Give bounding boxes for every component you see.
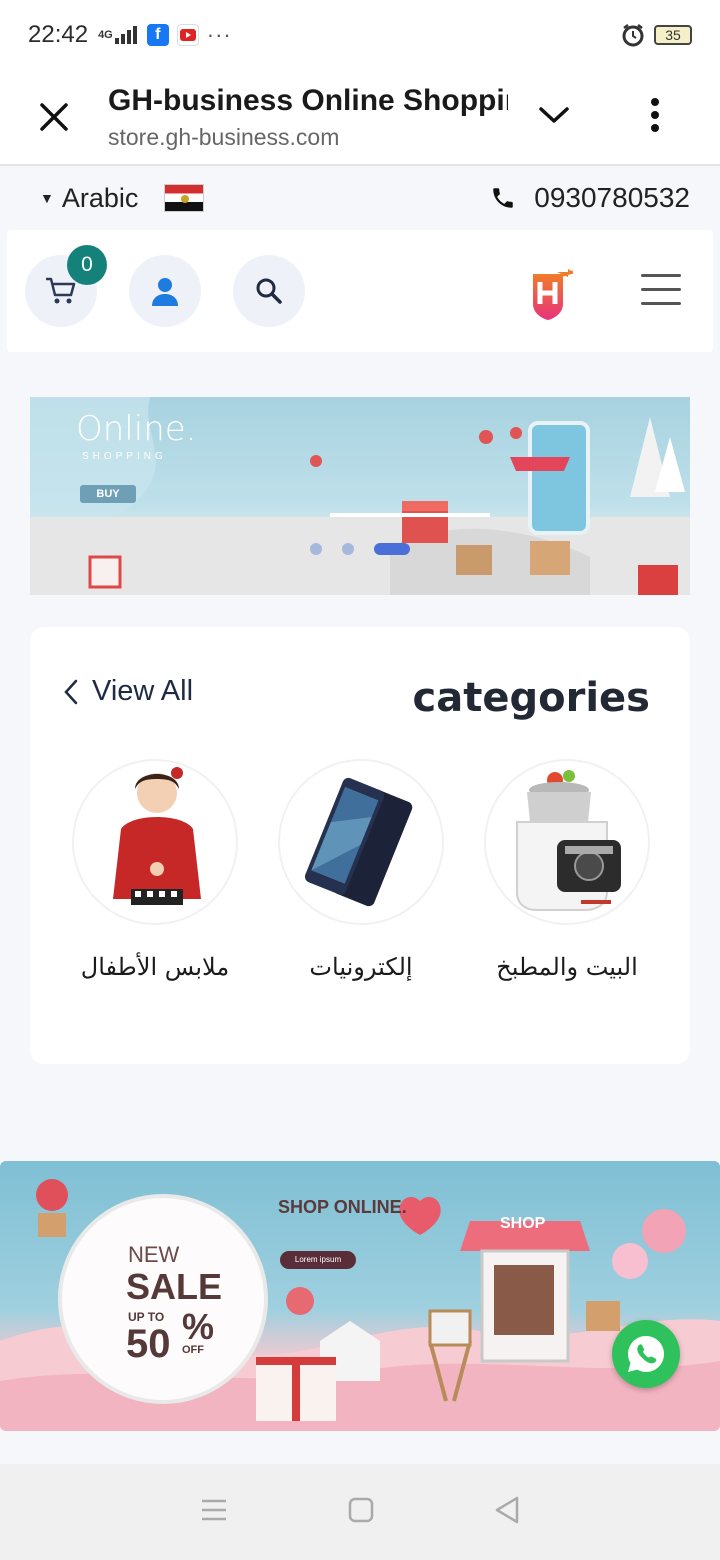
category-kids-clothes[interactable]: ملابس الأطفال: [70, 759, 240, 981]
recent-apps-icon: [202, 1499, 226, 1520]
user-icon: [152, 278, 178, 306]
sale-percent-sign: %: [182, 1306, 215, 1347]
smartphone-image: [278, 759, 444, 925]
sale-label: SALE: [126, 1266, 223, 1307]
shop-online-heading: SHOP ONLINE.: [278, 1197, 407, 1217]
whatsapp-icon: [628, 1336, 664, 1372]
close-tab-button[interactable]: [0, 102, 108, 132]
language-selector[interactable]: ▼ Arabic: [40, 182, 205, 214]
hero-subline: SHOPPING: [82, 451, 167, 462]
hero-banner[interactable]: Online. SHOPPING BUY: [30, 397, 690, 595]
sale-off-label: OFF: [182, 1344, 204, 1356]
shop-sign: SHOP: [500, 1215, 546, 1232]
kitchen-machine-image: [484, 759, 650, 925]
home-button[interactable]: [348, 1497, 374, 1528]
view-all-label: View All: [92, 675, 194, 707]
whatsapp-button[interactable]: [612, 1320, 680, 1388]
page-title-block: GH-business Online Shopping store.gh-bus…: [108, 84, 508, 151]
more-vert-icon: [651, 97, 659, 132]
sale-badge: NEW SALE UP TO 50 % OFF: [58, 1194, 268, 1404]
sale-new-label: NEW: [128, 1242, 180, 1267]
system-navigation-bar: [0, 1464, 720, 1560]
youtube-icon: [176, 24, 199, 46]
recent-apps-button[interactable]: [200, 1498, 228, 1527]
phone-icon: [493, 188, 514, 208]
facebook-icon: f: [146, 24, 169, 46]
brand-logo[interactable]: [529, 268, 579, 327]
chevron-left-icon: [64, 679, 78, 704]
caret-down-icon: ▼: [40, 190, 54, 206]
site-header: 0: [7, 230, 713, 352]
category-label: ملابس الأطفال: [80, 953, 230, 981]
kids-clothes-image: [72, 759, 238, 925]
hero-headline: Online.: [76, 409, 197, 449]
page-title: GH-business Online Shopping: [108, 83, 508, 117]
language-label: Arabic: [61, 182, 139, 213]
page-url: store.gh-business.com: [108, 123, 340, 150]
category-label: البيت والمطبخ: [496, 953, 638, 981]
top-info-bar: ▼ Arabic 0930780532: [0, 168, 720, 228]
banner-placeholder-button: Lorem ipsum: [280, 1251, 356, 1269]
section-title: categories: [412, 675, 650, 721]
home-icon: [348, 1497, 374, 1522]
slider-dot-active[interactable]: [374, 543, 410, 555]
egypt-flag-icon: [164, 184, 205, 212]
browser-header: GH-business Online Shopping store.gh-bus…: [0, 70, 720, 166]
category-electronics[interactable]: إلكترونيات: [276, 759, 446, 981]
alarm-icon: [622, 24, 644, 47]
account-button[interactable]: [129, 255, 201, 327]
view-all-link[interactable]: View All: [64, 675, 193, 708]
categories-section: View All categories ملابس الأطفال إلكترو…: [30, 627, 690, 1064]
close-icon: [40, 103, 68, 131]
search-icon: [256, 278, 282, 304]
category-label: إلكترونيات: [309, 953, 413, 981]
battery-icon: 35: [654, 25, 692, 45]
sale-banner[interactable]: NEW SALE UP TO 50 % OFF SHOP ONLINE. Lor…: [0, 1161, 720, 1431]
network-type: 4G: [98, 29, 113, 41]
category-home-kitchen[interactable]: البيت والمطبخ: [482, 759, 652, 981]
slider-dots: [310, 543, 410, 555]
hero-buy-label: BUY: [80, 485, 136, 503]
browser-menu-button[interactable]: [650, 97, 660, 138]
more-notifications-icon: ···: [206, 22, 232, 47]
cart-count-badge: 0: [67, 245, 107, 285]
status-bar: 22:42 4G f ··· 35: [0, 0, 720, 70]
signal-icon: [114, 26, 137, 44]
slider-dot[interactable]: [342, 543, 354, 555]
cart-button[interactable]: 0: [25, 245, 107, 327]
status-time: 22:42: [28, 21, 89, 48]
menu-icon: [641, 274, 681, 277]
back-icon: [495, 1496, 519, 1523]
expand-button[interactable]: [538, 105, 570, 130]
menu-button[interactable]: [641, 274, 681, 305]
sale-percent: 50: [126, 1322, 171, 1366]
chevron-down-icon: [539, 106, 569, 123]
search-button[interactable]: [233, 255, 305, 327]
phone-contact[interactable]: 0930780532: [490, 182, 690, 214]
back-button[interactable]: [494, 1496, 520, 1529]
cart-icon: [46, 277, 76, 304]
slider-dot[interactable]: [310, 543, 322, 555]
phone-number: 0930780532: [534, 182, 690, 213]
